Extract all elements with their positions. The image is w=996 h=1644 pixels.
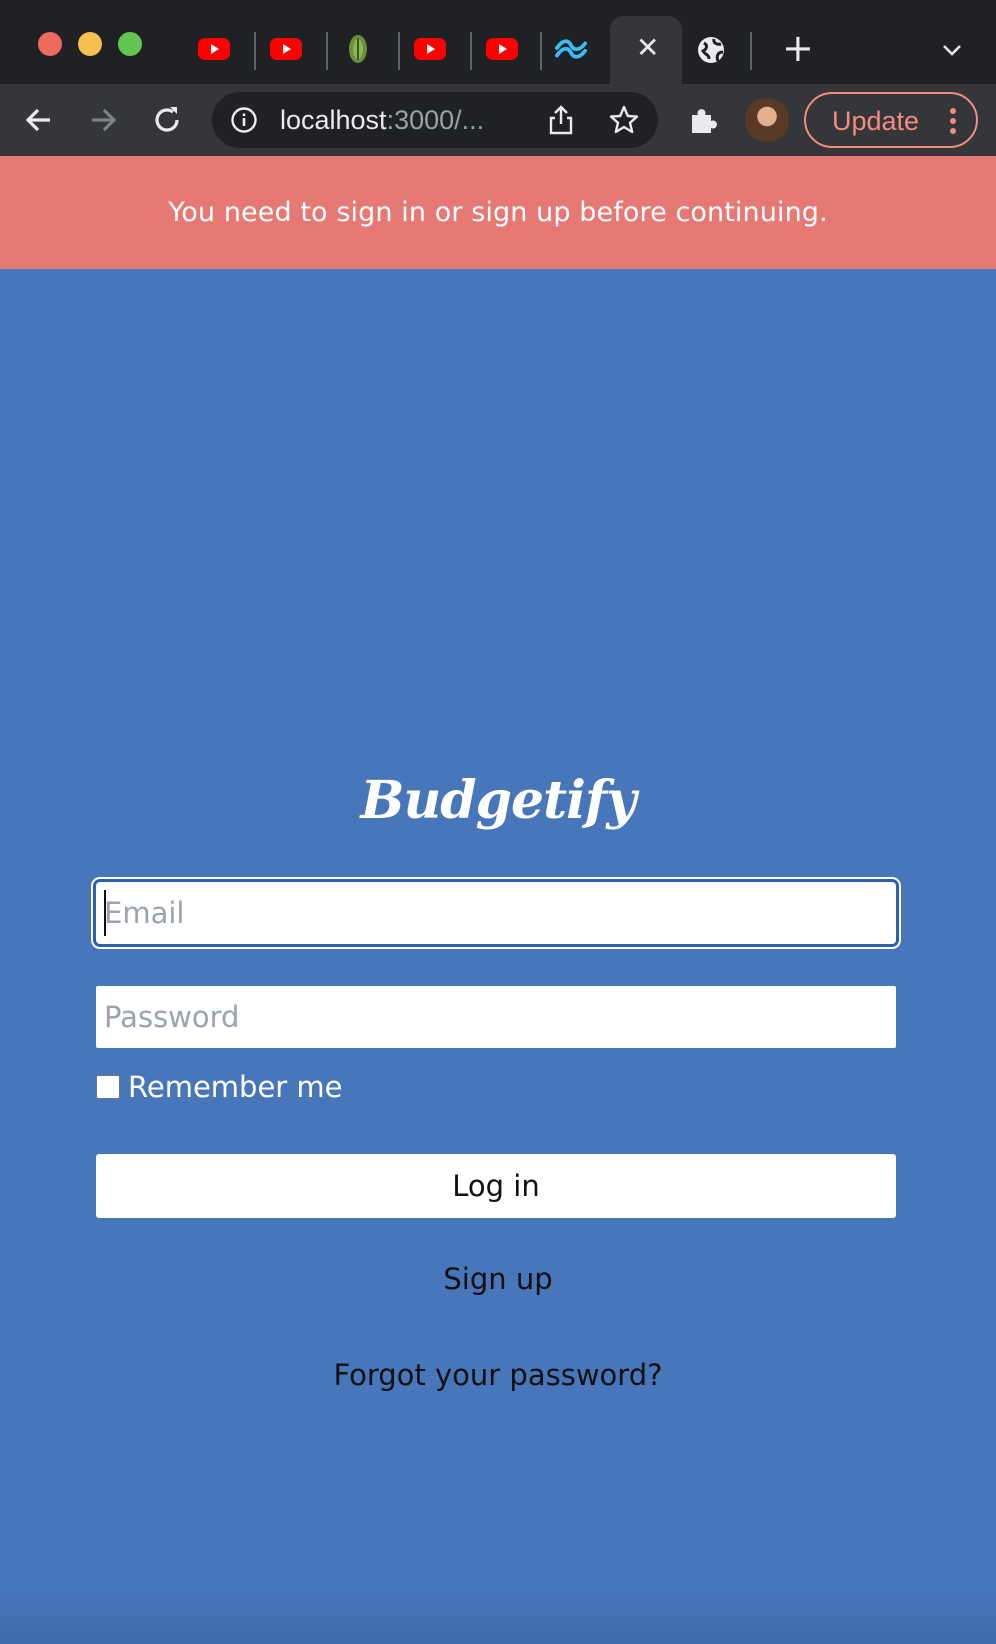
signup-link[interactable]: Sign up <box>0 1262 996 1296</box>
login-button[interactable]: Log in <box>96 1154 896 1218</box>
tab-divider <box>470 32 472 70</box>
window-minimize-button[interactable] <box>78 32 102 56</box>
window-close-button[interactable] <box>38 32 62 56</box>
tab-youtube-2[interactable] <box>270 36 302 62</box>
brand-logo: Budgetify <box>360 770 637 831</box>
flash-alert: You need to sign in or sign up before co… <box>0 156 996 269</box>
forward-arrow-icon[interactable] <box>86 103 120 137</box>
window-zoom-button[interactable] <box>118 32 142 56</box>
bookmark-star-icon[interactable] <box>608 104 640 136</box>
text-caret <box>104 890 106 936</box>
tab-divider <box>398 32 400 70</box>
forgot-password-link[interactable]: Forgot your password? <box>0 1358 996 1392</box>
globe-icon[interactable] <box>696 35 726 65</box>
tab-divider <box>750 32 752 70</box>
tab-divider <box>326 32 328 70</box>
remember-me[interactable]: Remember me <box>96 1070 343 1104</box>
address-path: :3000/... <box>386 105 485 135</box>
reload-icon[interactable] <box>150 103 184 137</box>
update-label: Update <box>832 106 920 136</box>
info-icon[interactable] <box>230 106 258 134</box>
kebab-menu-icon <box>950 108 956 134</box>
new-tab-button[interactable]: + <box>782 28 814 68</box>
tab-tailwind[interactable] <box>555 36 587 62</box>
extensions-puzzle-icon[interactable] <box>686 103 720 137</box>
leaf-icon <box>349 35 367 63</box>
youtube-icon <box>486 38 518 60</box>
tab-divider <box>254 32 256 70</box>
window-bottom-edge <box>0 1590 996 1644</box>
profile-avatar[interactable] <box>745 98 789 142</box>
tab-youtube-1[interactable] <box>198 36 230 62</box>
tab-youtube-4[interactable] <box>486 36 518 62</box>
youtube-icon <box>414 38 446 60</box>
flash-message: You need to sign in or sign up before co… <box>168 197 828 228</box>
close-icon[interactable]: ✕ <box>636 34 659 62</box>
address-url: localhost:3000/... <box>280 105 484 136</box>
address-host: localhost <box>280 105 387 135</box>
youtube-icon <box>270 38 302 60</box>
tab-youtube-3[interactable] <box>414 36 446 62</box>
remember-me-label: Remember me <box>128 1070 343 1104</box>
update-button[interactable]: Update <box>804 92 978 148</box>
remember-me-checkbox[interactable] <box>96 1075 120 1099</box>
browser-toolbar: localhost:3000/... Update <box>0 84 996 156</box>
tailwind-icon <box>555 39 587 59</box>
back-arrow-icon[interactable] <box>22 103 56 137</box>
youtube-icon <box>198 38 230 60</box>
browser-tabstrip: ✕ + <box>0 0 996 84</box>
password-field[interactable] <box>96 986 896 1048</box>
share-icon[interactable] <box>546 104 576 136</box>
tab-divider <box>540 32 542 70</box>
tab-leaf[interactable] <box>342 35 374 63</box>
email-field[interactable] <box>96 882 896 944</box>
chevron-down-icon[interactable] <box>940 38 964 62</box>
address-bar[interactable]: localhost:3000/... <box>212 92 658 148</box>
